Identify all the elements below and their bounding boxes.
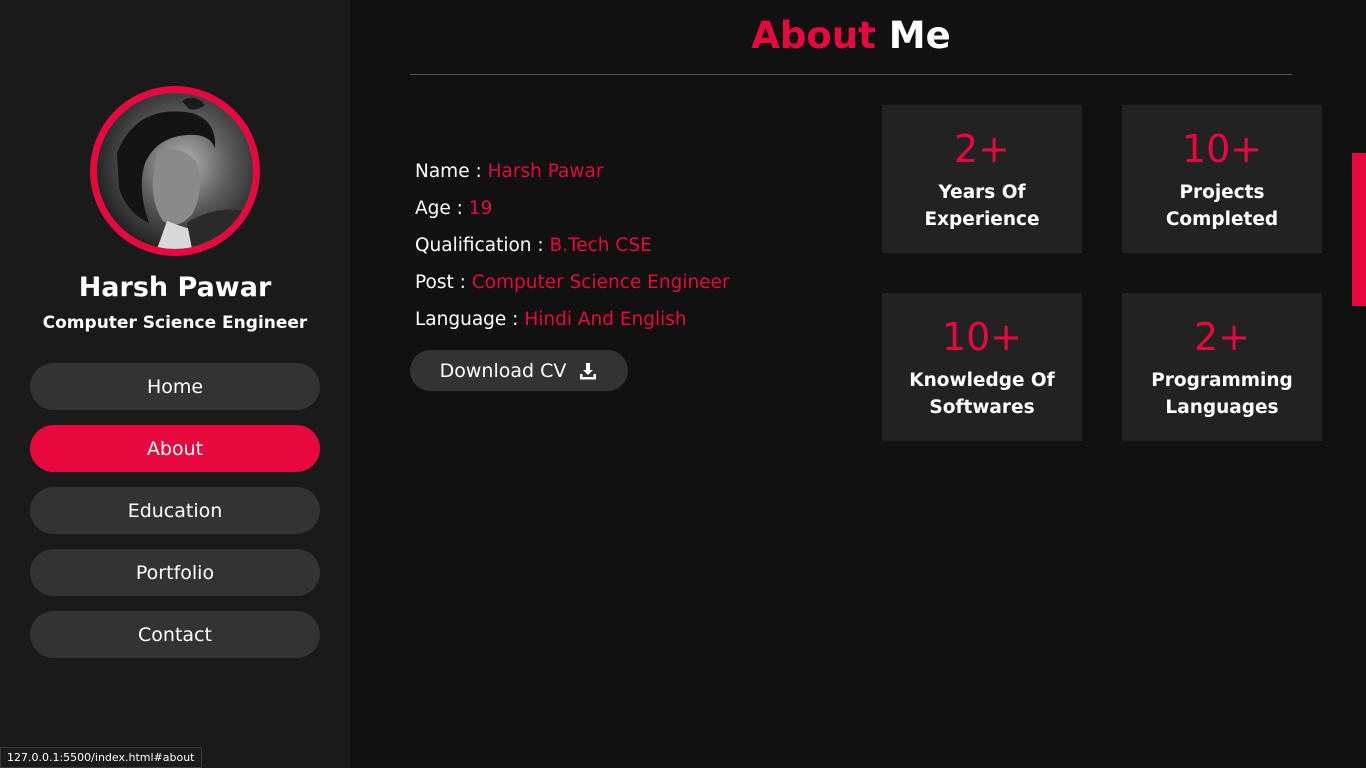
stat-label-line: Projects (1179, 182, 1265, 203)
download-cv-button[interactable]: Download CV (410, 350, 628, 391)
nav-item-home[interactable]: Home (30, 363, 320, 410)
avatar (90, 86, 260, 256)
stat-label-line: Knowledge Of (909, 370, 1055, 391)
title-divider (410, 74, 1292, 75)
stat-label: Programming Languages (1122, 367, 1322, 421)
stat-label: Knowledge Of Softwares (882, 367, 1082, 421)
stat-label-line: Years Of (938, 182, 1026, 203)
stat-number: 2+ (953, 127, 1011, 171)
stat-card-projects: 10+ Projects Completed (1122, 105, 1322, 253)
stat-label: Years Of Experience (882, 179, 1082, 233)
info-value: 19 (468, 198, 493, 219)
page: Harsh Pawar Computer Science Engineer Ho… (0, 0, 1366, 768)
info-label: Name : (415, 161, 482, 182)
stat-card-softwares: 10+ Knowledge Of Softwares (882, 293, 1082, 441)
download-cv-label: Download CV (439, 359, 567, 382)
info-row-language: Language : Hindi And English (415, 309, 687, 330)
stat-label-line: Completed (1165, 209, 1279, 230)
info-row-post: Post : Computer Science Engineer (415, 272, 730, 293)
scrollbar-thumb[interactable] (1352, 153, 1366, 306)
scrollbar-track[interactable] (1352, 0, 1366, 768)
stat-label-line: Softwares (929, 397, 1035, 418)
info-value: Hindi And English (524, 309, 687, 330)
stat-card-experience: 2+ Years Of Experience (882, 105, 1082, 253)
status-bar-url: 127.0.0.1:5500/index.html#about (0, 747, 202, 768)
nav-item-portfolio[interactable]: Portfolio (30, 549, 320, 596)
info-label: Language : (415, 309, 519, 330)
stat-label: Projects Completed (1122, 179, 1322, 233)
stat-number: 10+ (941, 315, 1023, 359)
title-rest: Me (888, 14, 951, 57)
nav-item-contact[interactable]: Contact (30, 611, 320, 658)
profile-photo (97, 93, 253, 249)
nav-item-about[interactable]: About (30, 425, 320, 472)
stat-label-line: Experience (924, 209, 1040, 230)
stat-label-line: Programming (1151, 370, 1293, 391)
download-icon (580, 362, 597, 379)
info-label: Qualification : (415, 235, 544, 256)
stat-number: 10+ (1181, 127, 1263, 171)
info-row-qualification: Qualification : B.Tech CSE (415, 235, 652, 256)
info-value: B.Tech CSE (549, 235, 652, 256)
stat-label-line: Languages (1165, 397, 1279, 418)
profile-role: Computer Science Engineer (42, 313, 308, 333)
sidebar: Harsh Pawar Computer Science Engineer Ho… (0, 0, 350, 768)
stat-number: 2+ (1193, 315, 1251, 359)
info-row-name: Name : Harsh Pawar (415, 161, 603, 182)
info-label: Post : (415, 272, 466, 293)
nav-item-education[interactable]: Education (30, 487, 320, 534)
page-title: About Me (410, 14, 1292, 57)
info-label: Age : (415, 198, 463, 219)
stat-card-languages: 2+ Programming Languages (1122, 293, 1322, 441)
info-value: Harsh Pawar (487, 161, 604, 182)
info-row-age: Age : 19 (415, 198, 492, 219)
title-accent: About (751, 14, 876, 57)
info-value: Computer Science Engineer (471, 272, 730, 293)
profile-name: Harsh Pawar (78, 272, 272, 303)
